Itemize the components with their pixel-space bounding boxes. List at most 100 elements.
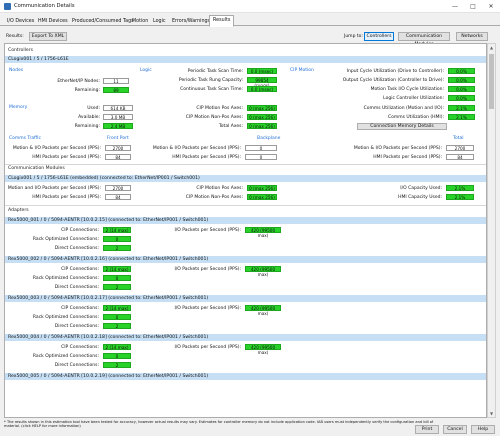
help-button[interactable]: Help	[471, 425, 495, 434]
adapter-io-pps-label: I/O Packets per Second (PPS):	[174, 345, 241, 350]
memory-used-label: Used:	[87, 106, 100, 111]
cancel-button[interactable]: Cancel	[443, 425, 467, 434]
logic-util-value: 0.0%	[448, 95, 475, 101]
comms-util-label: Comms Utilization (Motion and I/O):	[363, 106, 444, 111]
backplane-mio-label: Motion & I/O Packets per Second (PPS):	[152, 146, 241, 151]
minimize-icon[interactable]: —	[446, 0, 464, 13]
adapters-section-title: Adapters	[8, 208, 29, 213]
adapter-io-pps-value: 420 (99500 max)	[245, 227, 281, 238]
adapter-rack-label: Rack Optimized Connections:	[32, 354, 99, 359]
cm-mio-field: 2700	[105, 185, 131, 191]
periodic-rung-value: 99854 (rungs)	[247, 77, 277, 88]
tab-errors-warnings[interactable]: Errors/Warnings	[168, 16, 214, 26]
periodic-scan-label: Periodic Task Scan Time:	[187, 69, 243, 74]
motion-task-label: Motion Task I/O Cycle Utilization:	[370, 87, 444, 92]
cm-mio-label: Motion and I/O Packets per Second (PPS):	[7, 186, 101, 191]
scroll-up-icon[interactable]: ▲	[488, 45, 495, 50]
tab-logic[interactable]: Logic	[149, 16, 170, 26]
adapter-rack-label: Rack Optimized Connections:	[32, 276, 99, 281]
cm-cip-nonpos-label: CIP Motion Non-Pos Axes:	[185, 195, 243, 200]
total-header: Total	[453, 136, 464, 141]
nodes-remaining-label: Remaining:	[74, 88, 100, 93]
adapter-band: Rex5000_003 / 0 / 5094-AENTR [10.0.2.17]…	[5, 295, 486, 302]
vertical-scrollbar[interactable]: ▲ ▼	[487, 43, 496, 418]
cm-cip-pos-label: CIP Motion Pos Axes:	[196, 186, 243, 191]
cip-pos-axes-label: CIP Motion Pos Axes:	[196, 106, 243, 111]
results-panel[interactable]: Controllers CLogix001 / 5 / 1756-L61E No…	[4, 43, 487, 418]
memory-remaining-value: 2.4 MB	[103, 123, 133, 129]
cm-io-capacity-value: 2.1%	[446, 185, 474, 191]
adapter-band: Rex5000_002 / 0 / 5094-AENTR [10.0.2.16]…	[5, 256, 486, 263]
total-axes-label: Total Axes:	[218, 124, 243, 129]
adapter-cip-value: 2 (14 max)	[103, 227, 131, 233]
backplane-hmi-field: 0	[245, 154, 277, 160]
total-mio-field: 2700	[446, 145, 474, 151]
ethernet-nodes-field: 11	[103, 78, 129, 84]
export-xml-button[interactable]: Export To XML	[29, 32, 67, 41]
adapter-band: Rex5000_004 / 0 / 5094-AENTR [10.0.2.18]…	[5, 334, 486, 341]
periodic-scan-value: 0.0 (msec)	[247, 68, 277, 74]
adapter-rack-label: Rack Optimized Connections:	[32, 237, 99, 242]
adapter-rack-label: Rack Optimized Connections:	[32, 315, 99, 320]
adapter-cip-label: CIP Connections:	[61, 267, 99, 272]
memory-available-field: 3.0 MB	[103, 114, 133, 120]
cm-hmi-label: HMI Packets per Second (PPS):	[32, 195, 101, 200]
controller-band: CLogix001 / 5 / 1756-L61E	[5, 56, 486, 63]
controllers-section-title: Controllers	[8, 48, 33, 53]
input-cycle-label: Input Cycle Utilization (Drive to Contro…	[346, 69, 444, 74]
cm-cip-pos-value: 0 (max 256)	[247, 185, 277, 191]
adapter-cip-value: 2 (14 max)	[103, 266, 131, 272]
jump-comm-modules-button[interactable]: Communication Modules	[398, 32, 450, 47]
backplane-hmi-label: HMI Packets per Second (PPS):	[172, 155, 241, 160]
adapter-io-pps-label: I/O Packets per Second (PPS):	[174, 267, 241, 272]
adapter-direct-label: Direct Connections:	[54, 285, 99, 290]
print-button[interactable]: Print	[415, 425, 439, 434]
close-icon[interactable]: ✕	[482, 0, 500, 13]
adapter-io-pps-label: I/O Packets per Second (PPS):	[174, 228, 241, 233]
adapter-rack-value: 0	[103, 275, 131, 281]
continuous-scan-value: 0.0 (msec)	[247, 86, 277, 92]
front-hmi-label: HMI Packets per Second (PPS):	[32, 155, 101, 160]
nodes-remaining-value: 89	[103, 87, 129, 93]
results-label: Results:	[6, 34, 24, 39]
adapter-direct-label: Direct Connections:	[54, 246, 99, 251]
tab-hmi-devices[interactable]: HMI Devices	[34, 16, 72, 26]
cip-nonpos-axes-value: 0 (max 256)	[247, 114, 277, 120]
comm-module-band: CLogix001 / 5 / 1756-L61E (embedded) (co…	[5, 175, 486, 182]
scroll-down-icon[interactable]: ▼	[488, 411, 495, 416]
jump-networks-button[interactable]: Networks	[456, 32, 488, 41]
adapter-cip-value: 2 (14 max)	[103, 344, 131, 350]
adapter-direct-value: 2	[103, 284, 131, 290]
total-axes-value: 0 (max 256)	[247, 123, 277, 129]
comms-traffic-header: Comms Traffic	[9, 136, 41, 141]
tab-io-devices[interactable]: I/O Devices	[3, 16, 38, 26]
maximize-icon[interactable]: □	[464, 0, 482, 13]
adapter-cip-label: CIP Connections:	[61, 345, 99, 350]
disclaimer-text: * The results shown in this estimation t…	[4, 420, 434, 429]
total-mio-label: Motion & I/O Packets per Second (PPS):	[353, 146, 442, 151]
adapter-cip-label: CIP Connections:	[61, 228, 99, 233]
adapter-direct-value: 2	[103, 245, 131, 251]
comms-util-value: 2.1%	[448, 105, 475, 111]
adapter-direct-label: Direct Connections:	[54, 363, 99, 368]
cip-pos-axes-value: 0 (max 256)	[247, 105, 277, 111]
adapter-direct-label: Direct Connections:	[54, 324, 99, 329]
tab-results[interactable]: Results	[209, 15, 235, 27]
input-cycle-value: 0.0%	[448, 68, 475, 74]
comms-hmi-label: Comms Utilization (HMI):	[387, 115, 444, 120]
scroll-thumb[interactable]	[489, 54, 494, 109]
app-icon	[4, 3, 11, 10]
memory-available-label: Available:	[78, 115, 100, 120]
jump-controllers-button[interactable]: Controllers	[364, 32, 394, 41]
adapter-rack-value: 0	[103, 236, 131, 242]
connection-memory-button[interactable]: Connection Memory Details	[357, 123, 447, 130]
front-hmi-field: 84	[105, 154, 131, 160]
backplane-mio-field: 0	[245, 145, 277, 151]
output-cycle-label: Output Cycle Utilization (Controller to …	[342, 78, 444, 83]
window-title: Communication Details	[14, 3, 75, 9]
ethernet-nodes-label: EtherNet/IP Nodes:	[57, 79, 100, 84]
front-mio-field: 2700	[105, 145, 131, 151]
logic-util-label: Logic Controller Utilization:	[383, 96, 444, 101]
backplane-header: Backplane	[257, 136, 281, 141]
adapter-band: Rex5000_005 / 0 / 5094-AENTR [10.0.2.19]…	[5, 373, 486, 380]
